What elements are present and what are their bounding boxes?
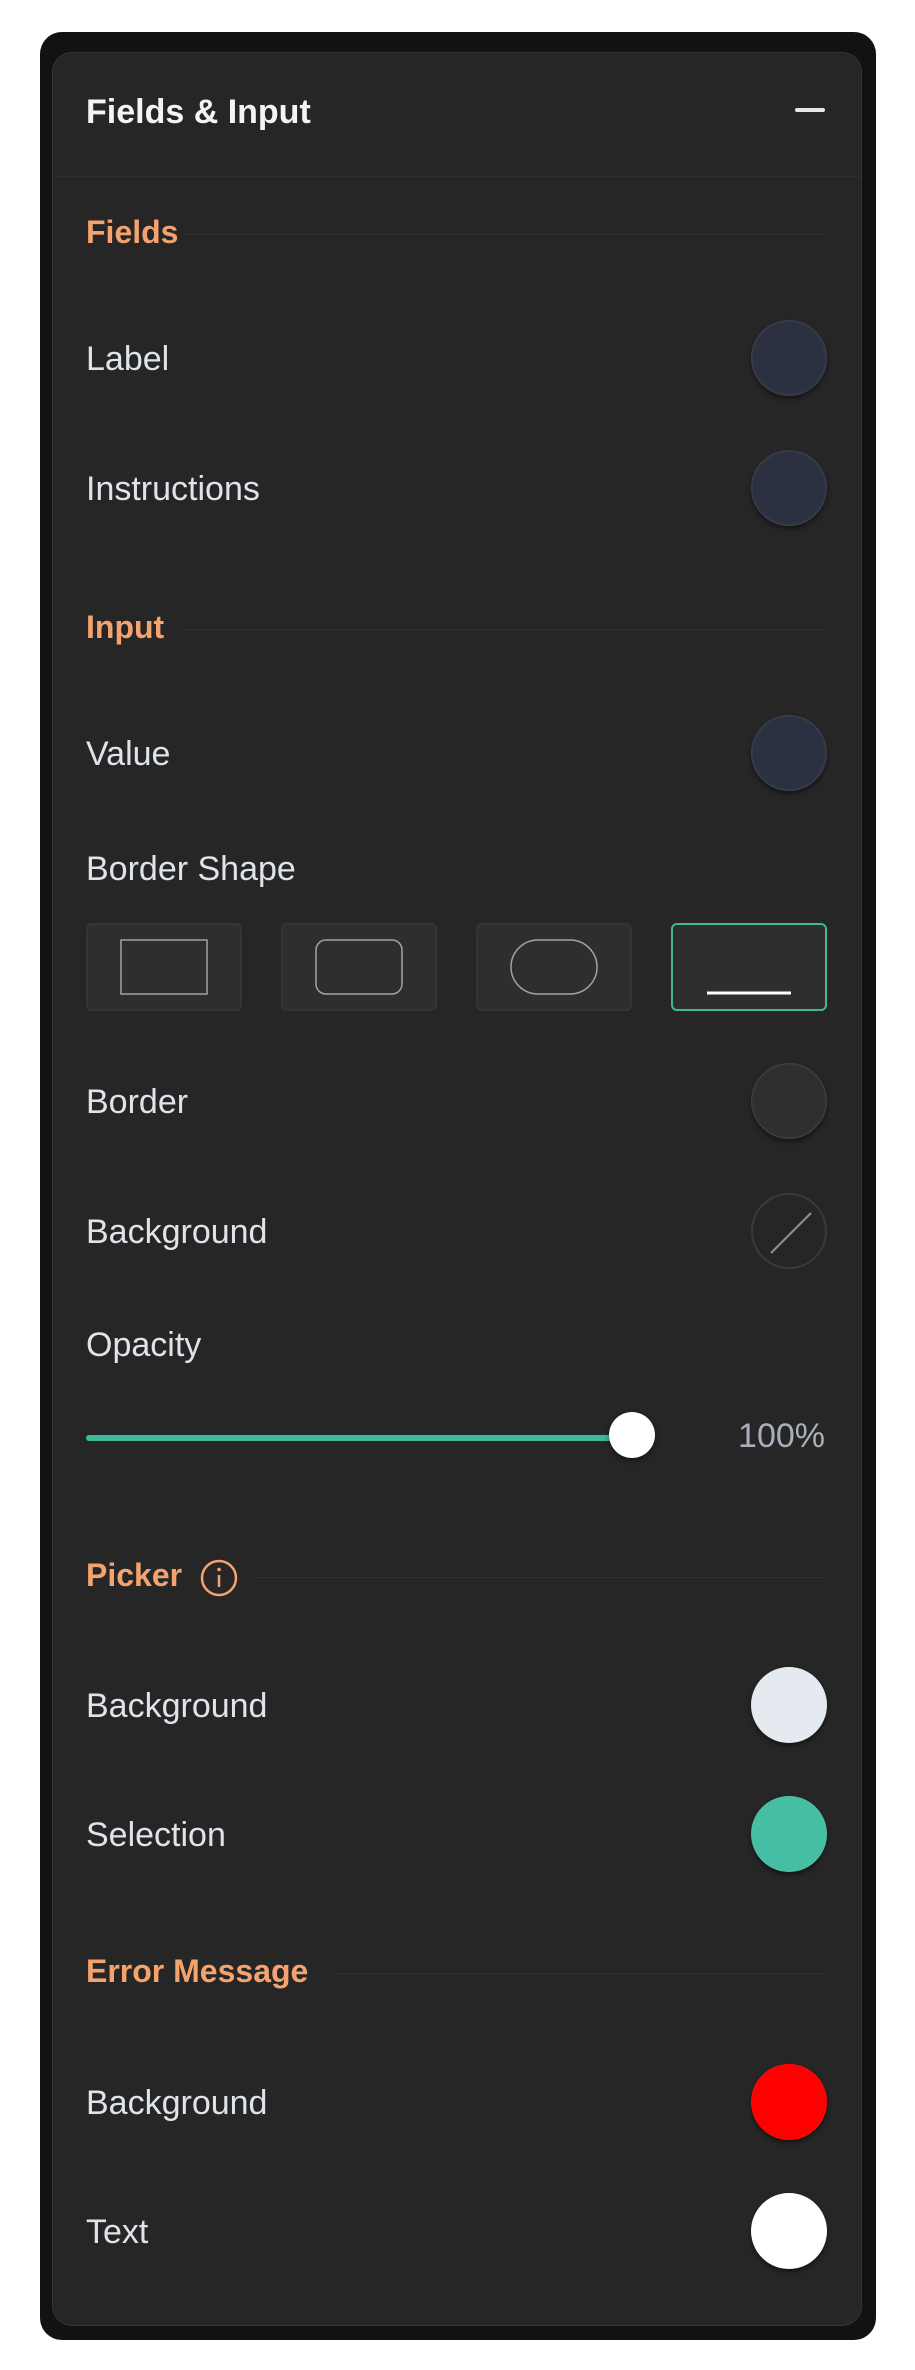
section-fields-heading: Fields	[86, 214, 179, 250]
info-circle-icon[interactable]	[200, 1559, 238, 1597]
opacity-slider-fill	[86, 1435, 632, 1441]
rounded-shape-icon	[315, 939, 403, 995]
section-input-heading: Input	[86, 609, 165, 645]
underline-shape-icon	[707, 991, 791, 995]
instructions-row-label: Instructions	[86, 470, 260, 508]
rectangle-shape-icon	[120, 939, 208, 995]
section-divider	[186, 234, 826, 235]
section-fields: Fields	[86, 214, 826, 254]
label-color-swatch[interactable]	[751, 320, 827, 396]
section-divider	[186, 629, 826, 630]
section-divider	[256, 1577, 826, 1578]
section-picker-heading: Picker	[86, 1557, 183, 1593]
border-shape-underline-button[interactable]	[671, 923, 827, 1011]
pill-shape-icon	[510, 939, 598, 995]
picker-background-swatch[interactable]	[751, 1667, 827, 1743]
opacity-label: Opacity	[86, 1326, 202, 1364]
instructions-color-swatch[interactable]	[751, 450, 827, 526]
opacity-slider[interactable]	[86, 1412, 655, 1458]
opacity-value: 100%	[738, 1417, 825, 1455]
section-divider	[336, 1973, 826, 1974]
no-color-slash-icon	[770, 1212, 812, 1254]
picker-selection-label: Selection	[86, 1816, 226, 1854]
minus-icon[interactable]	[795, 97, 825, 123]
section-error-message-heading: Error Message	[86, 1953, 309, 1989]
border-shape-label: Border Shape	[86, 850, 296, 888]
border-shape-rounded-button[interactable]	[281, 923, 437, 1011]
error-background-swatch[interactable]	[751, 2064, 827, 2140]
picker-background-label: Background	[86, 1687, 268, 1725]
panel-title: Fields & Input	[86, 93, 311, 131]
background-transparent-swatch[interactable]	[751, 1193, 827, 1269]
error-text-label: Text	[86, 2213, 149, 2251]
border-row-label: Border	[86, 1083, 189, 1121]
fields-input-panel: Fields & Input Fields Label Instructions…	[52, 52, 862, 2326]
section-picker: Picker	[86, 1557, 826, 1597]
border-shape-rectangle-button[interactable]	[86, 923, 242, 1011]
value-color-swatch[interactable]	[751, 715, 827, 791]
border-shape-pill-button[interactable]	[476, 923, 632, 1011]
error-background-label: Background	[86, 2084, 268, 2122]
border-color-swatch[interactable]	[751, 1063, 827, 1139]
error-text-swatch[interactable]	[751, 2193, 827, 2269]
label-row-label: Label	[86, 340, 170, 378]
value-row-label: Value	[86, 735, 171, 773]
panel-header[interactable]: Fields & Input	[53, 53, 861, 177]
section-input: Input	[86, 609, 826, 649]
background-row-label: Background	[86, 1213, 268, 1251]
picker-selection-swatch[interactable]	[751, 1796, 827, 1872]
opacity-slider-thumb[interactable]	[609, 1412, 655, 1458]
section-error-message: Error Message	[86, 1953, 826, 1993]
